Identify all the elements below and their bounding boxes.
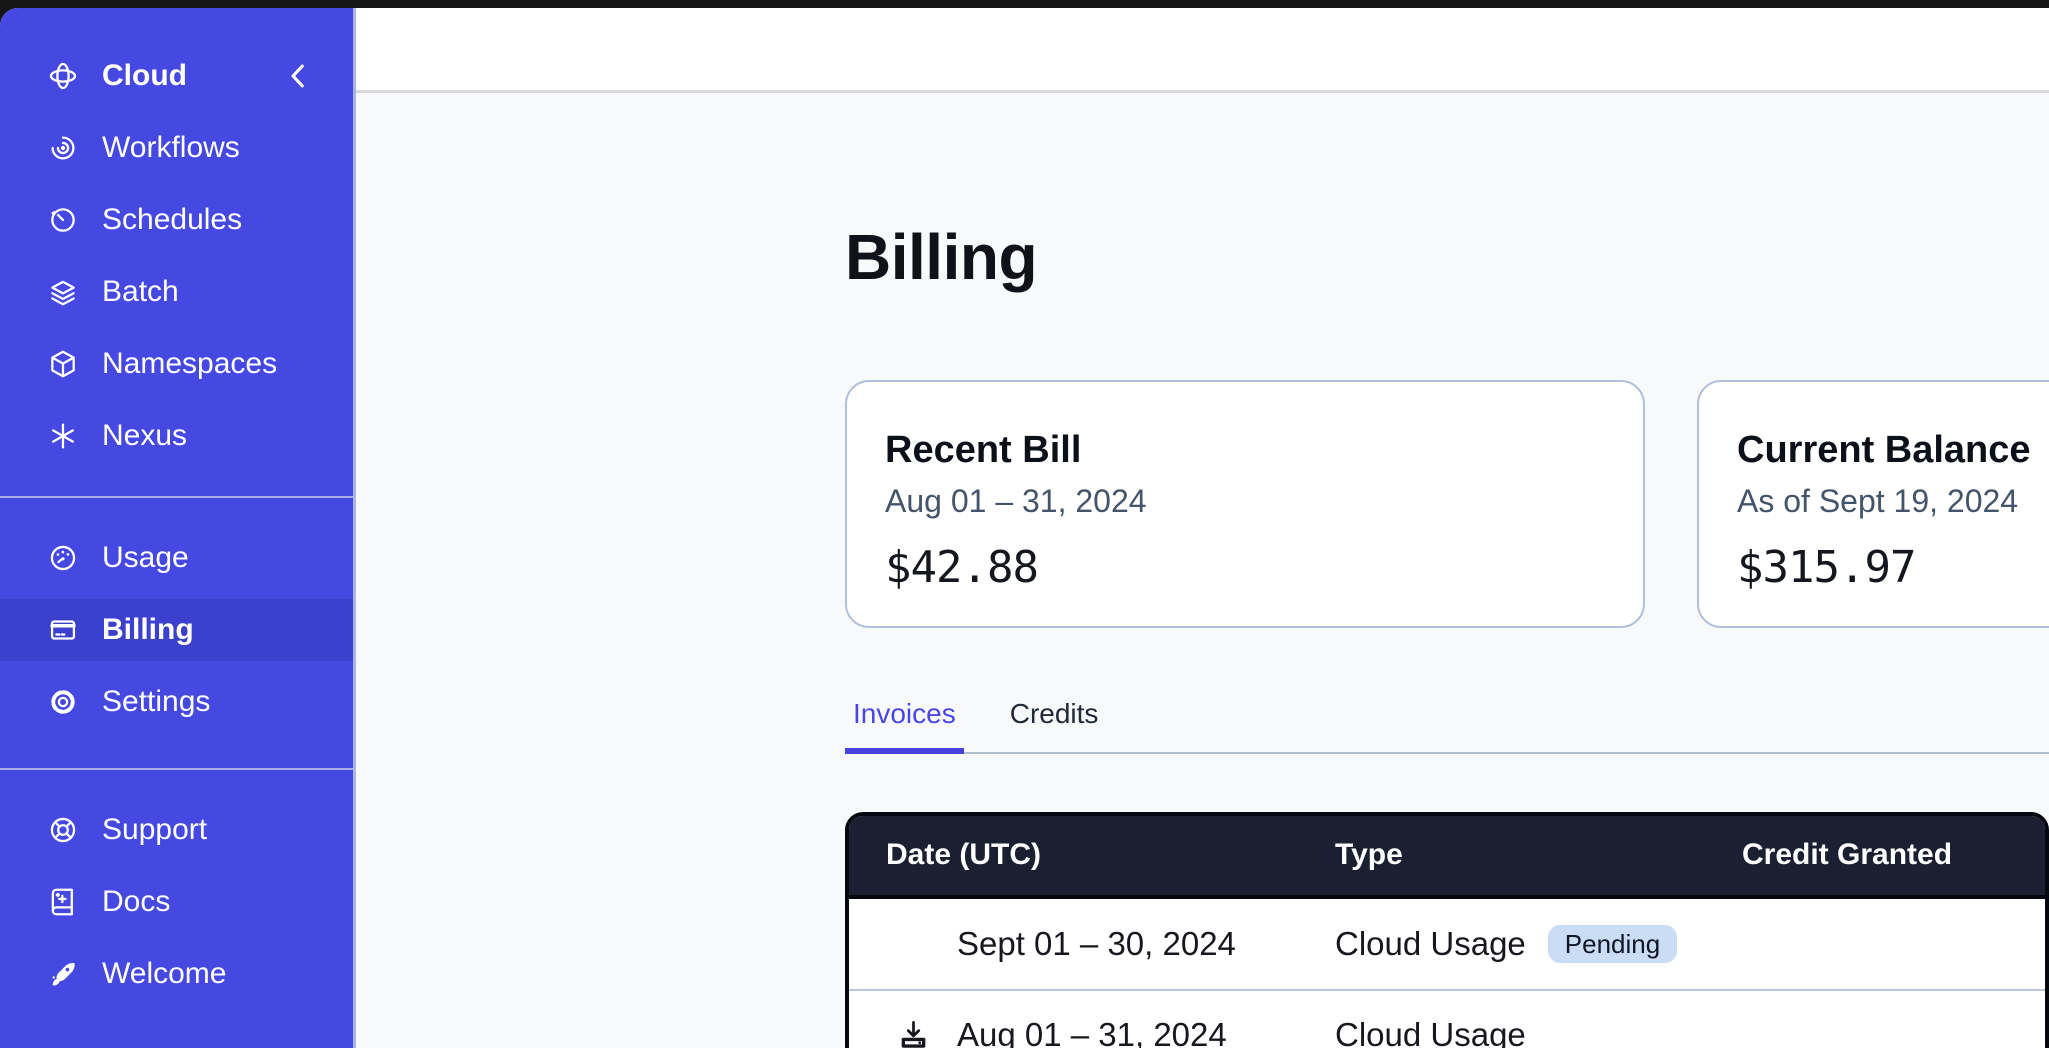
billing-tabs: Invoices Credits <box>845 700 2049 754</box>
top-bar <box>356 8 2049 93</box>
sidebar-item-usage[interactable]: Usage <box>0 527 353 589</box>
schedules-icon <box>47 204 79 236</box>
card-amount: $315.97 <box>1737 546 2049 590</box>
invoices-table: Date (UTC) Type Credit Granted Sept 01 –… <box>845 812 2049 1048</box>
sidebar-item-label: Batch <box>102 275 179 309</box>
invoice-date-cell: Sept 01 – 30, 2024 <box>849 925 1335 963</box>
recent-bill-card: Recent Bill Aug 01 – 31, 2024 $42.88 <box>845 380 1645 628</box>
workflows-icon <box>47 132 79 164</box>
card-period: Aug 01 – 31, 2024 <box>885 484 1605 519</box>
sidebar-item-namespaces[interactable]: Namespaces <box>0 333 353 395</box>
chevron-left-icon <box>281 59 315 93</box>
invoice-type-cell: Cloud Usage Pending <box>1335 925 1742 963</box>
sidebar-item-nexus[interactable]: Nexus <box>0 405 353 467</box>
sidebar-item-label: Docs <box>102 885 170 919</box>
sidebar-item-docs[interactable]: Docs <box>0 871 353 933</box>
main-area: Billing Recent Bill Aug 01 – 31, 2024 $4… <box>356 8 2049 1048</box>
sidebar-item-welcome[interactable]: Welcome <box>0 943 353 1005</box>
sidebar-item-billing[interactable]: Billing <box>0 599 353 661</box>
sidebar-item-label: Schedules <box>102 203 242 237</box>
billing-icon <box>47 614 79 646</box>
sidebar-divider <box>0 768 353 770</box>
card-amount: $42.88 <box>885 546 1605 590</box>
table-row: Aug 01 – 31, 2024 Cloud Usage <box>849 989 2045 1048</box>
settings-icon <box>47 686 79 718</box>
sidebar-item-label: Welcome <box>102 957 226 991</box>
sidebar-brand-cloud[interactable]: Cloud <box>0 45 353 107</box>
sidebar-item-label: Workflows <box>102 131 240 165</box>
column-header-date: Date (UTC) <box>849 838 1335 872</box>
sidebar-item-settings[interactable]: Settings <box>0 671 353 733</box>
nexus-icon <box>47 420 79 452</box>
usage-icon <box>47 542 79 574</box>
card-title: Current Balance <box>1737 430 2049 472</box>
namespaces-icon <box>47 348 79 380</box>
download-invoice-button[interactable] <box>897 1018 930 1048</box>
docs-icon <box>47 886 79 918</box>
invoice-date-cell: Aug 01 – 31, 2024 <box>849 1016 1335 1048</box>
invoice-date: Aug 01 – 31, 2024 <box>957 1016 1227 1048</box>
invoice-type: Cloud Usage <box>1335 925 1526 963</box>
app-window: Cloud Workflows Schedules Batch <box>0 8 2049 1048</box>
sidebar-collapse-button[interactable] <box>281 59 315 93</box>
tab-credits[interactable]: Credits <box>1002 700 1107 752</box>
support-icon <box>47 814 79 846</box>
sidebar-item-workflows[interactable]: Workflows <box>0 117 353 179</box>
sidebar-item-support[interactable]: Support <box>0 799 353 861</box>
sidebar-item-label: Billing <box>102 613 194 647</box>
card-period: As of Sept 19, 2024 <box>1737 484 2049 519</box>
table-row: Sept 01 – 30, 2024 Cloud Usage Pending <box>849 899 2045 989</box>
current-balance-card: Current Balance As of Sept 19, 2024 $315… <box>1697 380 2049 628</box>
sidebar-item-batch[interactable]: Batch <box>0 261 353 323</box>
invoice-date: Sept 01 – 30, 2024 <box>957 925 1236 963</box>
sidebar-item-label: Usage <box>102 541 189 575</box>
sidebar-item-label: Nexus <box>102 419 187 453</box>
sidebar-item-label: Namespaces <box>102 347 277 381</box>
invoice-type-cell: Cloud Usage <box>1335 1016 1742 1048</box>
summary-cards: Recent Bill Aug 01 – 31, 2024 $42.88 Cur… <box>845 380 2049 628</box>
sidebar-item-label: Settings <box>102 685 210 719</box>
sidebar-item-schedules[interactable]: Schedules <box>0 189 353 251</box>
page-title: Billing <box>845 221 2049 295</box>
download-icon <box>897 1018 930 1048</box>
card-title: Recent Bill <box>885 430 1605 472</box>
column-header-type: Type <box>1335 838 1742 872</box>
sidebar-brand-label: Cloud <box>102 59 187 93</box>
column-header-credit-granted: Credit Granted <box>1742 838 2045 872</box>
tab-invoices[interactable]: Invoices <box>845 700 964 754</box>
sidebar-divider <box>0 496 353 498</box>
welcome-rocket-icon <box>47 958 79 990</box>
sidebar-item-label: Support <box>102 813 207 847</box>
sidebar: Cloud Workflows Schedules Batch <box>0 8 356 1048</box>
status-badge-pending: Pending <box>1548 925 1677 963</box>
batch-icon <box>47 276 79 308</box>
download-slot-empty <box>897 927 930 960</box>
billing-page: Billing Recent Bill Aug 01 – 31, 2024 $4… <box>356 93 2049 1048</box>
invoice-type: Cloud Usage <box>1335 1016 1526 1048</box>
table-header-row: Date (UTC) Type Credit Granted <box>849 816 2045 899</box>
temporal-logo-icon <box>47 60 79 92</box>
